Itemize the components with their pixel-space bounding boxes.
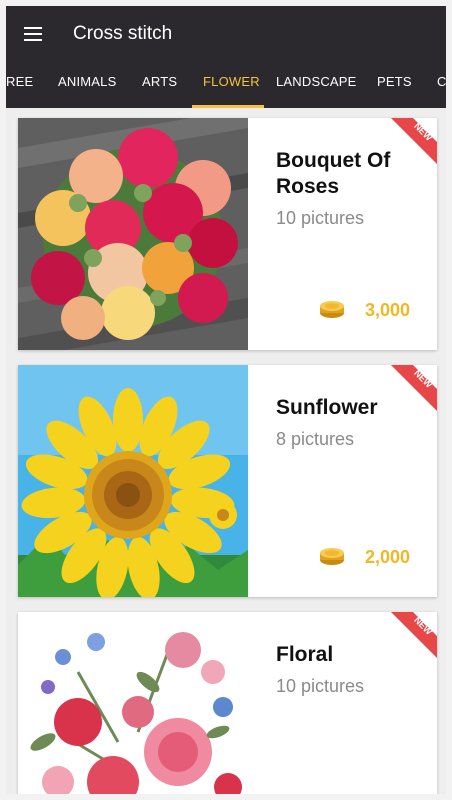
new-badge: NEW bbox=[391, 612, 437, 658]
pack-card-sunflower[interactable]: Sunflower 8 pictures 2,000 NEW bbox=[18, 365, 437, 597]
pack-price: 2,000 bbox=[364, 547, 410, 567]
floral-image bbox=[18, 612, 248, 794]
pack-card-floral[interactable]: Floral 10 pictures NEW bbox=[18, 612, 437, 794]
new-badge: NEW bbox=[391, 118, 437, 164]
category-tabs: REE ANIMALS ARTS FLOWER LANDSCAPE PETS C bbox=[6, 64, 446, 108]
tab-flower[interactable]: FLOWER bbox=[203, 64, 260, 108]
tab-landscape[interactable]: LANDSCAPE bbox=[276, 64, 357, 108]
pack-price: 3,000 bbox=[364, 300, 410, 320]
app-bar: Cross stitch bbox=[6, 6, 446, 64]
menu-icon[interactable] bbox=[24, 27, 42, 41]
active-tab-indicator bbox=[192, 105, 264, 108]
page-title: Cross stitch bbox=[73, 23, 173, 44]
tab-more[interactable]: C bbox=[437, 64, 446, 108]
pack-count: 10 pictures bbox=[276, 676, 365, 696]
tab-animals[interactable]: ANIMALS bbox=[58, 64, 116, 108]
tab-free[interactable]: REE bbox=[6, 64, 33, 108]
sunflower-image bbox=[18, 365, 248, 597]
pack-count: 8 pictures bbox=[276, 429, 355, 449]
tab-arts[interactable]: ARTS bbox=[142, 64, 177, 108]
app-screen: Cross stitch REE ANIMALS ARTS FLOWER LAN… bbox=[6, 6, 446, 794]
tab-pets[interactable]: PETS bbox=[377, 64, 412, 108]
bouquet-image bbox=[18, 118, 248, 350]
coin-icon bbox=[320, 301, 344, 318]
coin-icon bbox=[320, 548, 344, 565]
pack-card-bouquet-of-roses[interactable]: Bouquet Of Roses 10 pictures 3,000 NEW bbox=[18, 118, 437, 350]
pack-count: 10 pictures bbox=[276, 208, 365, 228]
new-badge: NEW bbox=[391, 365, 437, 411]
